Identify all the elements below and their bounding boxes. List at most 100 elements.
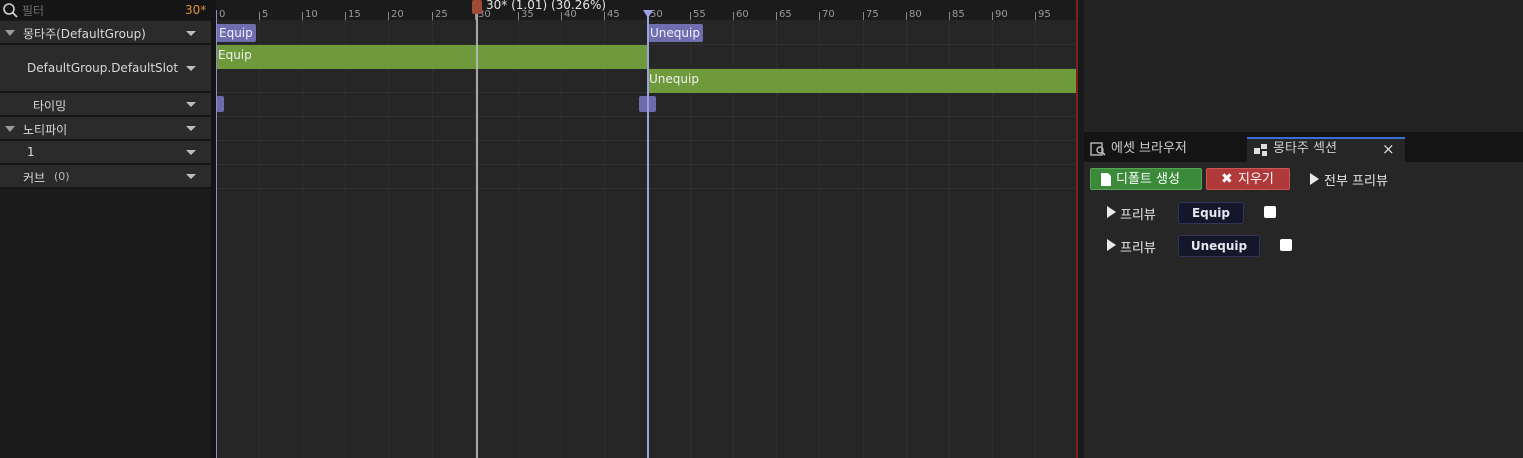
timing-marker[interactable] — [216, 96, 224, 112]
play-icon[interactable] — [1107, 206, 1116, 218]
tab-montage-sections-label: 몽타주 섹션 — [1273, 141, 1337, 156]
ruler-tick-label: 90 — [995, 9, 1008, 20]
playhead-handle[interactable] — [472, 0, 482, 14]
ruler-tick — [518, 12, 519, 20]
ruler-tick-label: 65 — [779, 9, 792, 20]
section-line-unequip — [647, 10, 649, 458]
ruler-tick-label: 25 — [435, 9, 448, 20]
ruler-tick-label: 75 — [866, 9, 879, 20]
ruler-tick — [863, 12, 864, 20]
track-timing[interactable]: 타이밍 — [0, 93, 211, 117]
ruler-tick-label: 0 — [219, 9, 226, 20]
section-name-unequip[interactable]: Unequip — [1178, 235, 1260, 257]
play-icon[interactable] — [1310, 173, 1319, 185]
slot-label: DefaultGroup.DefaultSlot — [27, 61, 179, 75]
timeline-end-border — [1077, 0, 1078, 458]
fps-indicator[interactable]: 30* — [185, 3, 206, 17]
ruler-tick-label: 45 — [607, 9, 620, 20]
chevron-down-icon[interactable] — [186, 126, 196, 131]
ruler-tick — [906, 12, 907, 20]
tab-asset-browser[interactable]: 에셋 브라우저 — [1088, 137, 1243, 162]
ruler-tick-label: 95 — [1038, 9, 1051, 20]
grid-line — [561, 20, 562, 458]
tab-bar: 에셋 브라우저 몽타주 섹션 × — [1084, 132, 1523, 162]
preview-all-button[interactable]: 전부 프리뷰 — [1324, 170, 1388, 189]
curves-count: (0) — [54, 170, 70, 183]
preview-button[interactable]: 프리뷰 — [1120, 204, 1156, 223]
play-icon[interactable] — [1107, 239, 1116, 251]
ruler-tick-label: 60 — [736, 9, 749, 20]
track-list-panel: 필터 30* 몽타주(DefaultGroup) DefaultGroup.De… — [0, 0, 211, 458]
montage-sections-content: 디폴트 생성 ✖ 지우기 전부 프리뷰 프리뷰 Equip 프리뷰 Unequi… — [1084, 162, 1523, 458]
ruler-tick-label: 80 — [909, 9, 922, 20]
chevron-down-icon[interactable] — [186, 150, 196, 155]
asset-browser-icon — [1090, 142, 1106, 156]
create-default-label: 디폴트 생성 — [1116, 172, 1180, 187]
filter-input[interactable]: 필터 — [22, 2, 44, 19]
chevron-down-icon[interactable] — [186, 66, 196, 71]
grid-line — [388, 20, 389, 458]
ruler-tick — [604, 12, 605, 20]
section-checkbox[interactable] — [1264, 206, 1276, 218]
ruler-tick-label: 20 — [391, 9, 404, 20]
grid-line — [345, 20, 346, 458]
ruler-tick — [432, 12, 433, 20]
grid-line — [604, 20, 605, 458]
grid-line — [302, 20, 303, 458]
ruler-tick — [776, 12, 777, 20]
section-checkbox[interactable] — [1280, 239, 1292, 251]
ruler-tick — [733, 12, 734, 20]
ruler-tick-label: 55 — [693, 9, 706, 20]
ruler-tick — [690, 12, 691, 20]
section-name-equip[interactable]: Equip — [1178, 202, 1244, 224]
section-marker-equip[interactable]: Equip — [216, 24, 256, 42]
playhead-label: 30* (1.01) (30.26%) — [486, 0, 607, 12]
clear-label: 지우기 — [1238, 172, 1274, 187]
track-curves[interactable]: 커브 (0) — [0, 165, 211, 189]
ruler-tick — [1035, 12, 1036, 20]
grid-line — [518, 20, 519, 458]
chevron-down-icon[interactable] — [186, 102, 196, 107]
clear-button[interactable]: ✖ 지우기 — [1206, 168, 1290, 190]
chevron-down-icon[interactable] — [186, 31, 196, 36]
timing-label: 타이밍 — [33, 99, 67, 113]
ruler-tick — [388, 12, 389, 20]
ruler-tick — [561, 12, 562, 20]
segment-unequip[interactable]: Unequip — [647, 69, 1078, 93]
tab-montage-sections[interactable]: 몽타주 섹션 × — [1247, 137, 1405, 162]
search-icon — [3, 3, 18, 18]
preview-button[interactable]: 프리뷰 — [1120, 237, 1156, 256]
upper-panel-area — [1084, 0, 1523, 132]
x-icon: ✖ — [1221, 171, 1233, 187]
notify-track-label: 1 — [27, 145, 35, 159]
close-icon[interactable]: × — [1382, 137, 1395, 161]
ruler-tick-label: 70 — [822, 9, 835, 20]
ruler-tick-label: 5 — [262, 9, 269, 20]
filter-bar[interactable]: 필터 30* — [0, 0, 211, 20]
expand-arrow-icon[interactable] — [5, 126, 15, 132]
section-marker-unequip[interactable]: Unequip — [647, 24, 703, 42]
ruler-tick — [992, 12, 993, 20]
playhead-line[interactable] — [476, 0, 478, 458]
montage-sections-icon — [1254, 144, 1267, 156]
segment-equip[interactable]: Equip — [216, 45, 647, 69]
expand-arrow-icon[interactable] — [5, 30, 15, 36]
section-marker-triangle[interactable] — [643, 10, 653, 18]
track-notify[interactable]: 노티파이 — [0, 117, 211, 141]
track-slot[interactable]: DefaultGroup.DefaultSlot — [0, 45, 211, 93]
chevron-down-icon[interactable] — [186, 174, 196, 179]
ruler-tick — [302, 12, 303, 20]
ruler-tick-label: 15 — [348, 9, 361, 20]
document-icon — [1101, 173, 1111, 186]
track-montage-group[interactable]: 몽타주(DefaultGroup) — [0, 21, 211, 45]
track-notify-1[interactable]: 1 — [0, 141, 211, 165]
create-default-button[interactable]: 디폴트 생성 — [1090, 168, 1202, 190]
ruler-tick — [259, 12, 260, 20]
ruler-tick — [949, 12, 950, 20]
section-line-start — [216, 10, 217, 458]
curves-label: 커브 — [23, 171, 46, 185]
grid-line — [259, 20, 260, 458]
grid-line — [432, 20, 433, 458]
ruler-tick — [345, 12, 346, 20]
ruler-tick-label: 85 — [952, 9, 965, 20]
